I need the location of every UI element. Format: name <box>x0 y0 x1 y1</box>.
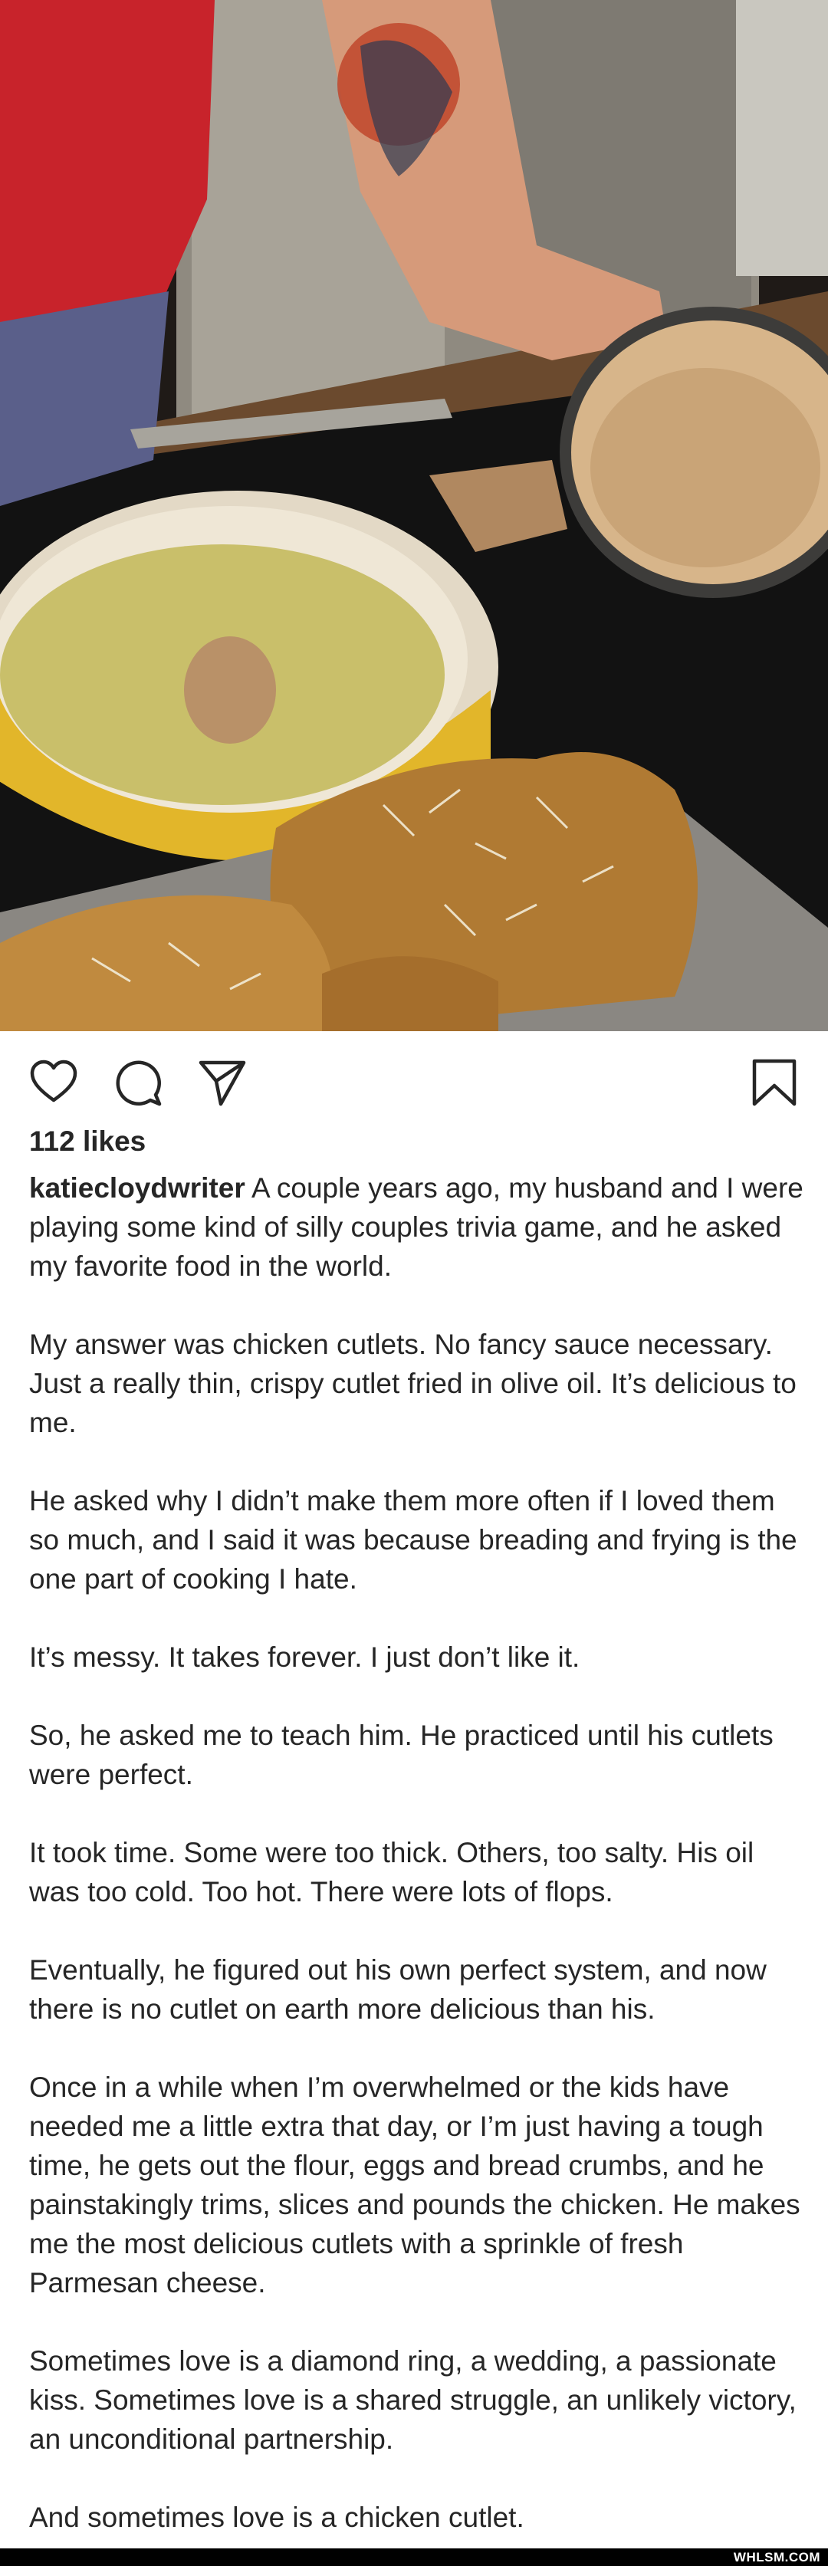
caption-paragraph: katiecloydwriter A couple years ago, my … <box>29 1168 803 1286</box>
watermark: WHLSM.COM <box>733 2550 820 2564</box>
caption-paragraph: Sometimes love is a diamond ring, a wedd… <box>29 2345 797 2455</box>
caption-paragraph: My answer was chicken cutlets. No fancy … <box>29 1329 797 1438</box>
like-heart-icon[interactable] <box>29 1058 78 1107</box>
caption-paragraph: Once in a while when I’m overwhelmed or … <box>29 2072 800 2298</box>
watermark-bar: WHLSM.COM <box>0 2548 828 2566</box>
caption-paragraph: He asked why I didn’t make them more oft… <box>29 1485 797 1595</box>
caption-paragraph: So, he asked me to teach him. He practic… <box>29 1720 774 1790</box>
post-caption: katiecloydwriter A couple years ago, my … <box>29 1168 803 2576</box>
caption-paragraph: It took time. Some were too thick. Other… <box>29 1837 754 1907</box>
like-count[interactable]: 112 likes <box>29 1125 146 1158</box>
paper-plane-icon[interactable] <box>198 1058 247 1107</box>
post-photo <box>0 0 828 1031</box>
bookmark-icon[interactable] <box>750 1058 799 1107</box>
username[interactable]: katiecloydwriter <box>29 1172 245 1204</box>
caption-paragraph: Eventually, he figured out his own perfe… <box>29 1954 767 2025</box>
caption-paragraph: It’s messy. It takes forever. I just don… <box>29 1641 580 1673</box>
caption-paragraph: And sometimes love is a chicken cutlet. <box>29 2502 524 2533</box>
post-action-bar <box>0 1031 828 1119</box>
comment-bubble-icon[interactable] <box>113 1058 163 1107</box>
